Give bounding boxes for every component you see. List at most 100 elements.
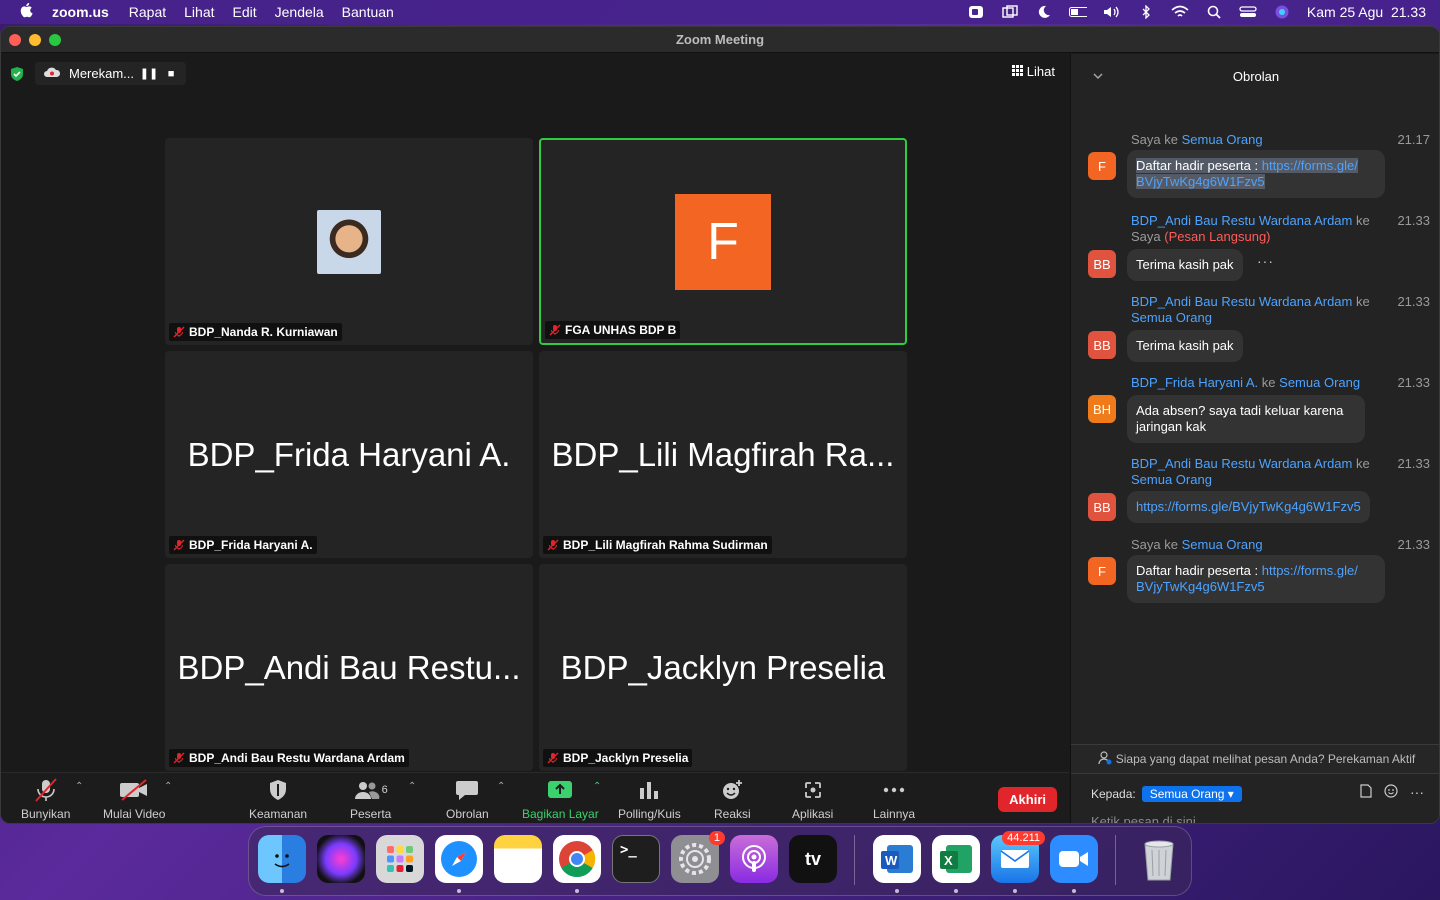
cloud-recording-icon [43, 66, 61, 81]
battery-icon[interactable] [1068, 5, 1087, 19]
zoom-status-icon[interactable] [967, 5, 985, 19]
security-button[interactable]: Keamanan [249, 779, 307, 821]
polling-label: Polling/Kuis [618, 807, 681, 821]
menu-lihat[interactable]: Lihat [184, 4, 214, 20]
menu-jendela[interactable]: Jendela [275, 4, 324, 20]
message-link[interactable]: https://forms.gle/ [1262, 158, 1358, 173]
maximize-window-button[interactable] [49, 33, 61, 46]
file-attach-icon[interactable] [1360, 784, 1372, 801]
zoom-app-icon[interactable] [1050, 835, 1098, 883]
mail-unread-badge: 44.211 [1002, 831, 1045, 845]
svg-text:X: X [944, 853, 953, 868]
unmute-button[interactable]: Bunyikan [21, 778, 70, 821]
dropdown-caret-icon: ▾ [1227, 787, 1234, 801]
moon-icon[interactable] [1035, 5, 1053, 19]
participants-count: 6 [381, 784, 388, 796]
message-bubble[interactable]: Terima kasih pak [1127, 330, 1243, 362]
apps-button[interactable]: Aplikasi [792, 779, 833, 821]
wifi-icon[interactable] [1171, 5, 1189, 19]
podcasts-app-icon[interactable] [730, 835, 778, 883]
participant-tile[interactable]: BDP_Frida Haryani A. BDP_Frida Haryani A… [165, 351, 533, 558]
reactions-button[interactable]: Reaksi [714, 779, 751, 821]
siri-icon[interactable] [1273, 5, 1291, 19]
bluetooth-icon[interactable] [1137, 5, 1155, 19]
participant-big-name: BDP_Frida Haryani A. [187, 435, 511, 473]
chat-button[interactable]: Obrolan [446, 779, 489, 821]
more-button[interactable]: Lainnya [873, 779, 915, 821]
menu-edit[interactable]: Edit [233, 4, 257, 20]
chat-message-input[interactable]: Ketik pesan di sini... [1091, 814, 1207, 823]
apple-tv-app-icon[interactable]: tv [789, 835, 837, 883]
finder-app-icon[interactable] [258, 835, 306, 883]
apple-menu-icon[interactable] [0, 2, 52, 22]
control-center-icon[interactable] [1239, 5, 1257, 19]
audio-options-caret[interactable]: ⌃ [75, 781, 83, 792]
chat-options-caret[interactable]: ⌃ [497, 781, 505, 792]
app-menu[interactable]: zoom.us [52, 4, 109, 20]
terminal-app-icon[interactable]: >_ [612, 835, 660, 883]
participants-icon: 6 [354, 779, 388, 801]
message-bubble[interactable]: Terima kasih pak [1127, 249, 1243, 281]
participant-tile[interactable]: BDP_Lili Magfirah Ra... BDP_Lili Magfira… [539, 351, 907, 558]
share-options-caret[interactable]: ⌃ [593, 781, 601, 792]
message-link-cont[interactable]: BVjyTwKg4g6W1Fzv5 [1136, 579, 1265, 594]
notes-app-icon[interactable] [494, 835, 542, 883]
message-bubble[interactable]: Daftar hadir peserta : https://forms.gle… [1127, 555, 1385, 603]
end-meeting-button[interactable]: Akhiri [998, 787, 1057, 812]
word-app-icon[interactable]: W [873, 835, 921, 883]
participant-tile-active-speaker[interactable]: F FGA UNHAS BDP B [539, 138, 907, 345]
settings-badge: 1 [708, 831, 725, 845]
chat-visibility-notice[interactable]: Siapa yang dapat melihat pesan Anda? Per… [1071, 744, 1439, 774]
participants-button[interactable]: 6 Peserta [350, 779, 391, 821]
more-options-icon[interactable]: ··· [1410, 784, 1424, 801]
recipient-dropdown[interactable]: Semua Orang ▾ [1141, 786, 1242, 802]
stop-recording-button[interactable]: ■ [164, 67, 178, 81]
trash-icon[interactable] [1135, 835, 1183, 883]
message-bubble[interactable]: Ada absen? saya tadi keluar karena jarin… [1127, 395, 1365, 443]
close-window-button[interactable] [9, 33, 21, 46]
more-label: Lainnya [873, 807, 916, 821]
window-stack-icon[interactable] [1001, 5, 1019, 19]
pause-recording-button[interactable]: ❚❚ [140, 67, 158, 81]
minimize-window-button[interactable] [29, 33, 41, 46]
message-bubble[interactable]: Daftar hadir peserta : https://forms.gle… [1127, 150, 1385, 198]
system-settings-app-icon[interactable]: 1 [671, 831, 725, 883]
polling-button[interactable]: Polling/Kuis [618, 779, 681, 821]
participants-options-caret[interactable]: ⌃ [408, 781, 416, 792]
message-link[interactable]: https://forms.gle/ [1262, 563, 1358, 578]
muted-mic-icon [173, 539, 185, 551]
mail-app-icon[interactable]: 44.211 [991, 831, 1045, 883]
message-bubble[interactable]: https://forms.gle/BVjyTwKg4g6W1Fzv5 [1127, 491, 1370, 523]
participant-tile[interactable]: BDP_Jacklyn Preselia BDP_Jacklyn Preseli… [539, 564, 907, 771]
participant-name-label: BDP_Jacklyn Preselia [543, 749, 693, 767]
message-link[interactable]: https://forms.gle/BVjyTwKg4g6W1Fzv5 [1136, 499, 1361, 514]
start-video-button[interactable]: Mulai Video [103, 779, 165, 821]
menu-bantuan[interactable]: Bantuan [342, 4, 394, 20]
share-screen-button[interactable]: Bagikan Layar [522, 779, 599, 821]
collapse-chevron-icon[interactable] [1093, 68, 1103, 82]
launchpad-app-icon[interactable] [376, 835, 424, 883]
excel-app-icon[interactable]: X [932, 835, 980, 883]
video-options-caret[interactable]: ⌃ [164, 781, 172, 792]
chat-notice-text: Siapa yang dapat melihat pesan Anda? Per… [1115, 752, 1416, 766]
volume-icon[interactable] [1103, 5, 1121, 19]
siri-app-icon[interactable] [317, 835, 365, 883]
chat-label: Obrolan [446, 807, 489, 821]
menubar-clock[interactable]: Kam 25 Agu 21.33 [1307, 4, 1426, 20]
muted-mic-icon [547, 752, 559, 764]
emoji-icon[interactable] [1384, 784, 1398, 801]
participant-tile[interactable]: BDP_Nanda R. Kurniawan [165, 138, 533, 345]
menu-rapat[interactable]: Rapat [129, 4, 166, 20]
safari-app-icon[interactable] [435, 835, 483, 883]
chrome-app-icon[interactable] [553, 835, 601, 883]
spotlight-search-icon[interactable] [1205, 5, 1223, 19]
recording-indicator: Merekam... ❚❚ ■ [35, 62, 187, 85]
participant-tile[interactable]: BDP_Andi Bau Restu... BDP_Andi Bau Restu… [165, 564, 533, 771]
security-shield-icon [268, 779, 288, 801]
zoom-window: Zoom Meeting Merekam... ❚❚ ■ Lihat BDP_N… [0, 26, 1440, 824]
encryption-shield-icon[interactable] [9, 66, 25, 82]
view-button[interactable]: Lihat [1011, 64, 1055, 79]
participant-big-name: BDP_Lili Magfirah Ra... [551, 435, 895, 473]
message-link-cont[interactable]: BVjyTwKg4g6W1Fzv5 [1136, 174, 1265, 189]
message-more-options-icon[interactable]: ··· [1257, 253, 1274, 269]
